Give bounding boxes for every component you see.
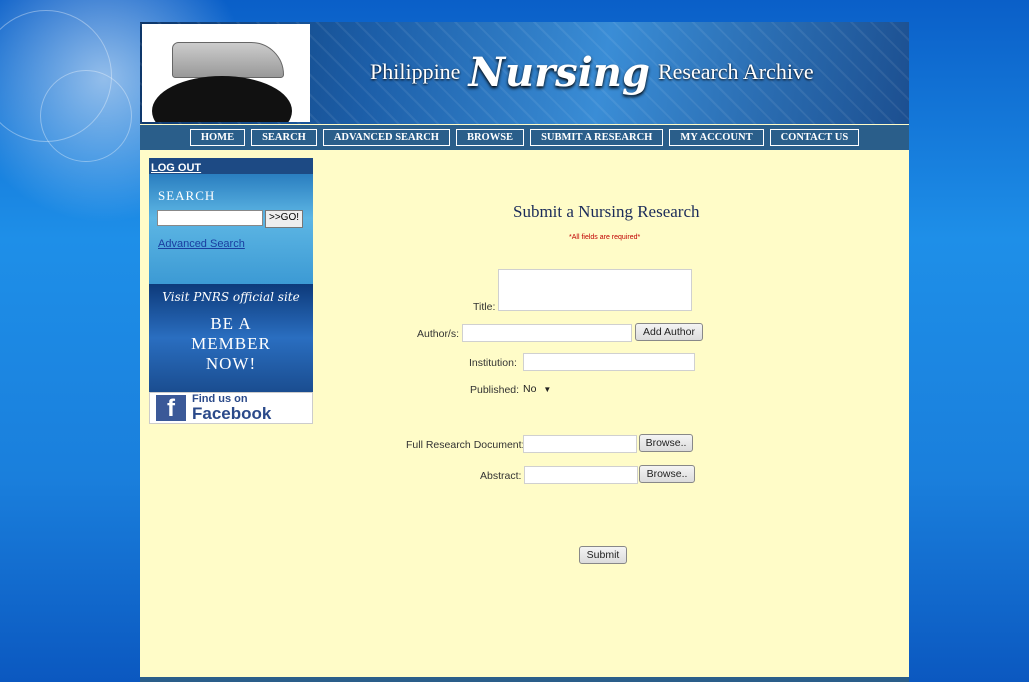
nav-submit-research[interactable]: SUBMIT A RESEARCH	[530, 129, 664, 146]
author-input[interactable]	[462, 324, 632, 342]
sidebar: LOG OUT SEARCH >>GO! Advanced Search Vis…	[149, 158, 313, 424]
published-value: No	[523, 383, 537, 395]
desktop-ring	[40, 70, 132, 162]
required-note: *All fields are required*	[569, 234, 641, 241]
member-line-3: NOW!	[205, 354, 257, 373]
full-doc-file-input[interactable]	[523, 435, 637, 453]
main-nav: HOME SEARCH ADVANCED SEARCH BROWSE SUBMI…	[140, 125, 909, 150]
member-text: BE A MEMBER NOW!	[149, 314, 313, 374]
search-go-button[interactable]: >>GO!	[265, 210, 304, 228]
institution-input[interactable]	[523, 353, 695, 371]
facebook-text: Find us on Facebook	[192, 394, 272, 423]
submit-button[interactable]: Submit	[579, 546, 627, 564]
form-title: Submit a Nursing Research	[513, 202, 700, 221]
title-label: Title:	[473, 301, 496, 313]
logout-link[interactable]: LOG OUT	[149, 162, 201, 174]
institution-label: Institution:	[469, 357, 517, 369]
nav-advanced-search[interactable]: ADVANCED SEARCH	[322, 129, 450, 146]
member-line-2: MEMBER	[191, 334, 271, 353]
full-doc-label: Full Research Document:	[406, 439, 525, 451]
search-panel: SEARCH >>GO! Advanced Search	[149, 174, 313, 284]
lamp-base-icon	[152, 76, 292, 122]
facebook-banner[interactable]: f Find us on Facebook	[149, 392, 313, 424]
abstract-browse-button[interactable]: Browse..	[639, 465, 695, 483]
banner-title-suffix: Research Archive	[657, 59, 814, 84]
full-doc-browse-button[interactable]: Browse..	[639, 434, 693, 452]
site-banner: Philippine Nursing Research Archive	[140, 22, 909, 124]
banner-title-prefix: Philippine	[370, 59, 461, 84]
nav-home[interactable]: HOME	[189, 129, 246, 146]
page-frame: Philippine Nursing Research Archive HOME…	[140, 22, 909, 682]
search-heading: SEARCH	[158, 188, 216, 203]
published-select[interactable]: No ▼	[523, 381, 559, 397]
nav-search[interactable]: SEARCH	[251, 129, 317, 146]
banner-title-main: Nursing	[468, 48, 650, 96]
author-label: Author/s:	[417, 328, 460, 340]
nav-browse[interactable]: BROWSE	[455, 129, 525, 146]
logout-bar: LOG OUT	[149, 158, 313, 174]
member-banner[interactable]: Visit PNRS official site BE A MEMBER NOW…	[149, 284, 313, 392]
logo	[142, 24, 310, 122]
banner-title: Philippine Nursing Research Archive	[370, 42, 814, 102]
title-textarea[interactable]	[498, 269, 692, 311]
add-author-button[interactable]: Add Author	[635, 323, 703, 341]
chevron-down-icon: ▼	[543, 385, 552, 394]
advanced-search-link[interactable]: Advanced Search	[158, 238, 245, 250]
nav-contact-us[interactable]: CONTACT US	[769, 129, 860, 146]
footer-bar	[140, 677, 909, 682]
facebook-line-2: Facebook	[192, 404, 272, 423]
main-content: Submit a Nursing Research *All fields ar…	[313, 150, 909, 682]
lamp-icon	[172, 42, 284, 78]
search-input[interactable]	[157, 210, 263, 226]
facebook-icon: f	[156, 395, 186, 422]
search-row: >>GO!	[157, 210, 304, 228]
published-label: Published:	[470, 384, 520, 396]
member-line-1: BE A	[210, 314, 252, 333]
abstract-label: Abstract:	[480, 470, 522, 482]
visit-site-text: Visit PNRS official site	[162, 290, 300, 304]
nav-my-account[interactable]: MY ACCOUNT	[669, 129, 764, 146]
abstract-file-input[interactable]	[524, 466, 638, 484]
